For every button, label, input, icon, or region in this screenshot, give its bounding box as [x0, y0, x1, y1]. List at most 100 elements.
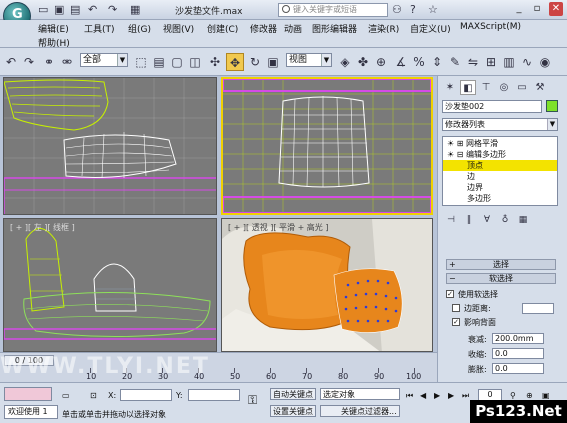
absolute-mode-icon[interactable]: ⊡ — [90, 391, 97, 400]
maximize-button[interactable]: ▫ — [530, 2, 544, 16]
close-button[interactable]: ✕ — [549, 2, 563, 16]
previous-frame-icon[interactable]: ◀ — [420, 391, 426, 400]
percent-snap-icon[interactable]: % — [410, 53, 428, 71]
make-unique-icon[interactable]: ∀ — [480, 215, 494, 228]
undo-icon[interactable]: ↶ — [88, 3, 97, 16]
stack-subobject-border[interactable]: 边界 — [443, 182, 557, 193]
curve-editor-icon[interactable]: ∿ — [518, 53, 536, 71]
zoom-icon[interactable]: ⚲ — [510, 391, 516, 400]
menu-create[interactable]: 创建(C) — [207, 22, 238, 35]
star-icon[interactable]: ☆ — [428, 3, 438, 16]
minimize-button[interactable]: _ — [512, 2, 526, 16]
key-icon[interactable]: ⚿ — [248, 393, 257, 408]
menu-animation[interactable]: 动画 — [284, 22, 302, 35]
selected-object-dropdown[interactable]: 选定对象 — [320, 388, 400, 400]
rollout-soft-selection[interactable]: − 软选择 — [446, 273, 556, 284]
select-move-icon[interactable]: ✣ — [206, 53, 224, 71]
lightbulb-icon[interactable]: ☀ — [447, 150, 454, 159]
new-file-icon[interactable]: ▭ — [38, 3, 48, 16]
configure-sets-icon[interactable]: ▦ — [516, 215, 530, 228]
lightbulb-icon[interactable]: ☀ — [447, 139, 454, 148]
redo-icon[interactable]: ↷ — [108, 3, 117, 16]
reference-coord-dropdown[interactable]: 视图 ▼ — [286, 53, 332, 67]
menu-rendering[interactable]: 渲染(R) — [368, 22, 399, 35]
maxscript-listener-mini[interactable] — [4, 387, 52, 401]
save-icon[interactable]: ▤ — [70, 3, 80, 16]
expand-icon[interactable]: ⊞ — [457, 139, 464, 148]
stack-subobject-polygon[interactable]: 多边形 — [443, 193, 557, 204]
spinner-snap-icon[interactable]: ⇕ — [428, 53, 446, 71]
go-to-end-icon[interactable]: ⏭ — [462, 391, 469, 401]
y-coord-field[interactable] — [188, 389, 240, 401]
use-soft-select-checkbox[interactable]: ✓ — [446, 290, 454, 298]
stack-subobject-edge[interactable]: 边 — [443, 171, 557, 182]
menu-views[interactable]: 视图(V) — [163, 22, 194, 35]
selection-filter-dropdown[interactable]: 全部 ▼ — [80, 53, 128, 67]
window-crossing-icon[interactable]: ◫ — [186, 53, 204, 71]
stack-item-edit-poly[interactable]: ☀ ⊟ 编辑多边形 — [443, 149, 557, 160]
pivot-center-icon[interactable]: ◈ — [336, 53, 354, 71]
named-selection-icon[interactable]: ✎ — [446, 53, 464, 71]
create-tab-icon[interactable]: ✶ — [442, 80, 458, 95]
snap-toggle-icon[interactable]: ⊕ — [372, 53, 390, 71]
motion-tab-icon[interactable]: ◎ — [496, 80, 512, 95]
menu-group[interactable]: 组(G) — [128, 22, 151, 35]
next-frame-icon[interactable]: ▶ — [448, 391, 454, 400]
edge-distance-checkbox[interactable] — [452, 304, 460, 312]
stack-item-meshsmooth[interactable]: ☀ ⊞ 网格平滑 — [443, 138, 557, 149]
affect-backfacing-checkbox[interactable]: ✓ — [452, 318, 460, 326]
key-filters-button[interactable]: 关键点过滤器... — [320, 405, 400, 417]
binoculars-icon[interactable]: ⚇ — [392, 3, 402, 16]
select-object-icon[interactable]: ⬚ — [132, 53, 150, 71]
menu-graph-editors[interactable]: 图形编辑器 — [312, 22, 357, 35]
falloff-field[interactable]: 200.0mm — [492, 333, 544, 344]
select-move-active-icon[interactable]: ✥ — [226, 53, 244, 71]
zoom-all-icon[interactable]: ⊕ — [526, 391, 533, 400]
menu-maxscript[interactable]: MAXScript(M) — [460, 22, 521, 32]
remove-modifier-icon[interactable]: ♁ — [498, 215, 512, 228]
rollout-selection[interactable]: + 选择 — [446, 259, 556, 270]
collapse-icon[interactable]: ⊟ — [457, 150, 464, 159]
selection-lock-icon[interactable]: ▭ — [62, 391, 70, 400]
open-file-icon[interactable]: ▣ — [54, 3, 64, 16]
select-rotate-icon[interactable]: ↻ — [246, 53, 264, 71]
menu-edit[interactable]: 编辑(E) — [38, 22, 69, 35]
viewport-perspective[interactable]: [ + ][ 透视 ][ 平滑 + 高光 ] — [221, 218, 433, 352]
project-folder-icon[interactable]: ▦ — [130, 3, 140, 16]
modifier-list-dropdown[interactable]: 修改器列表 ▼ — [442, 118, 558, 131]
select-by-name-icon[interactable]: ▤ — [150, 53, 168, 71]
menu-modifiers[interactable]: 修改器 — [250, 22, 277, 35]
display-tab-icon[interactable]: ▭ — [514, 80, 530, 95]
pin-stack-icon[interactable]: ⊣ — [444, 215, 458, 228]
render-setup-icon[interactable]: ◉ — [536, 53, 554, 71]
angle-snap-icon[interactable]: ∡ — [392, 53, 410, 71]
redo-toolbar-icon[interactable]: ↷ — [20, 53, 38, 71]
edge-distance-field[interactable] — [522, 303, 554, 314]
pinch-field[interactable]: 0.0 — [492, 348, 544, 359]
stack-subobject-element[interactable]: 元素 — [443, 204, 557, 205]
link-icon[interactable]: ⚭ — [40, 53, 58, 71]
stack-subobject-vertex[interactable]: 顶点 — [443, 160, 557, 171]
auto-key-button[interactable]: 自动关键点 — [270, 388, 316, 400]
select-scale-icon[interactable]: ▣ — [264, 53, 282, 71]
object-name-field[interactable]: 沙发垫002 — [442, 100, 542, 113]
welcome-field[interactable]: 欢迎使用 1 — [4, 405, 58, 419]
modify-tab-icon[interactable]: ◧ — [460, 80, 476, 95]
viewport-front[interactable] — [221, 77, 433, 215]
play-icon[interactable]: ▶ — [434, 391, 440, 400]
zoom-extents-icon[interactable]: ▣ — [542, 391, 550, 400]
manipulate-icon[interactable]: ✤ — [354, 53, 372, 71]
layer-manager-icon[interactable]: ▥ — [500, 53, 518, 71]
object-color-swatch[interactable] — [546, 100, 558, 112]
undo-toolbar-icon[interactable]: ↶ — [2, 53, 20, 71]
menu-customize[interactable]: 自定义(U) — [410, 22, 451, 35]
go-to-start-icon[interactable]: ⏮ — [406, 391, 413, 401]
search-input[interactable]: 键入关键字或短语 — [278, 3, 388, 17]
hierarchy-tab-icon[interactable]: ⊤ — [478, 80, 494, 95]
menu-tools[interactable]: 工具(T) — [84, 22, 115, 35]
utilities-tab-icon[interactable]: ⚒ — [532, 80, 548, 95]
viewport-top[interactable] — [3, 77, 217, 215]
rect-selection-icon[interactable]: ▢ — [168, 53, 186, 71]
unlink-icon[interactable]: ⚮ — [58, 53, 76, 71]
align-icon[interactable]: ⊞ — [482, 53, 500, 71]
